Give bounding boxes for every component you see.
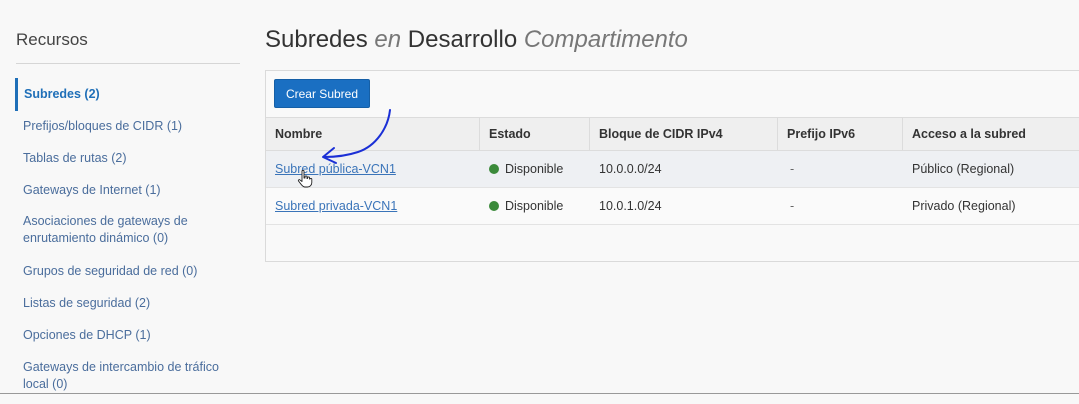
title-preposition: en xyxy=(374,26,402,53)
sidebar-item-local-peering-gateways[interactable]: Gateways de intercambio de tráfico local… xyxy=(15,359,225,393)
sidebar-item-internet-gateways[interactable]: Gateways de Internet (1) xyxy=(15,182,240,199)
sidebar-item-security-lists[interactable]: Listas de seguridad (2) xyxy=(15,295,240,312)
ipv4-cidr-cell: 10.0.1.0/24 xyxy=(599,199,662,213)
page-title: Subredes en Desarrollo Compartimento xyxy=(265,26,688,54)
sidebar-item-dhcp-options[interactable]: Opciones de DHCP (1) xyxy=(15,327,240,344)
column-header-state[interactable]: Estado xyxy=(480,118,590,150)
create-subnet-button[interactable]: Crear Subred xyxy=(274,79,370,108)
status-label: Disponible xyxy=(505,162,564,176)
status-cell: Disponible xyxy=(480,151,590,187)
annotation-arrow-icon xyxy=(322,109,391,164)
ipv6-prefix-cell: - xyxy=(790,199,795,213)
subnet-access-cell: Privado (Regional) xyxy=(912,199,1016,213)
sidebar-item-cidr-prefixes[interactable]: Prefijos/bloques de CIDR (1) xyxy=(15,118,240,135)
subnet-access-cell: Público (Regional) xyxy=(912,162,1015,176)
sidebar-item-drg-attachments[interactable]: Asociaciones de gateways de enrutamiento… xyxy=(15,213,215,247)
subnet-name-cell: Subred privada-VCN1 xyxy=(266,188,480,224)
column-header-ipv4-cidr[interactable]: Bloque de CIDR IPv4 xyxy=(590,118,778,150)
sidebar-item-network-security-groups[interactable]: Grupos de seguridad de red (0) xyxy=(15,263,240,280)
hand-cursor-icon xyxy=(297,170,313,188)
status-available-icon xyxy=(489,164,499,174)
resources-sidebar: Recursos Subredes (2) Prefijos/bloques d… xyxy=(0,0,250,404)
title-compartment-label: Compartimento xyxy=(523,26,688,53)
sidebar-item-subnets[interactable]: Subredes (2) xyxy=(15,78,240,111)
ipv6-prefix-cell: - xyxy=(790,162,795,176)
page: Recursos Subredes (2) Prefijos/bloques d… xyxy=(0,0,1079,404)
ipv4-cidr-cell: 10.0.0.0/24 xyxy=(599,162,662,176)
status-available-icon xyxy=(489,201,499,211)
resources-title: Recursos xyxy=(16,30,88,49)
sidebar-divider xyxy=(16,63,240,64)
sidebar-item-route-tables[interactable]: Tablas de rutas (2) xyxy=(15,150,240,167)
subnet-name-link[interactable]: Subred privada-VCN1 xyxy=(275,199,397,213)
table-row: Subred privada-VCN1 Disponible 10.0.1.0/… xyxy=(266,188,1079,225)
status-label: Disponible xyxy=(505,199,564,213)
status-cell: Disponible xyxy=(480,188,590,224)
title-resource: Subredes xyxy=(265,26,368,53)
title-compartment-name[interactable]: Desarrollo xyxy=(408,26,517,53)
bottom-divider xyxy=(0,393,1079,394)
column-header-subnet-access[interactable]: Acceso a la subred xyxy=(903,118,1079,150)
column-header-ipv6-prefix[interactable]: Prefijo IPv6 xyxy=(778,118,903,150)
